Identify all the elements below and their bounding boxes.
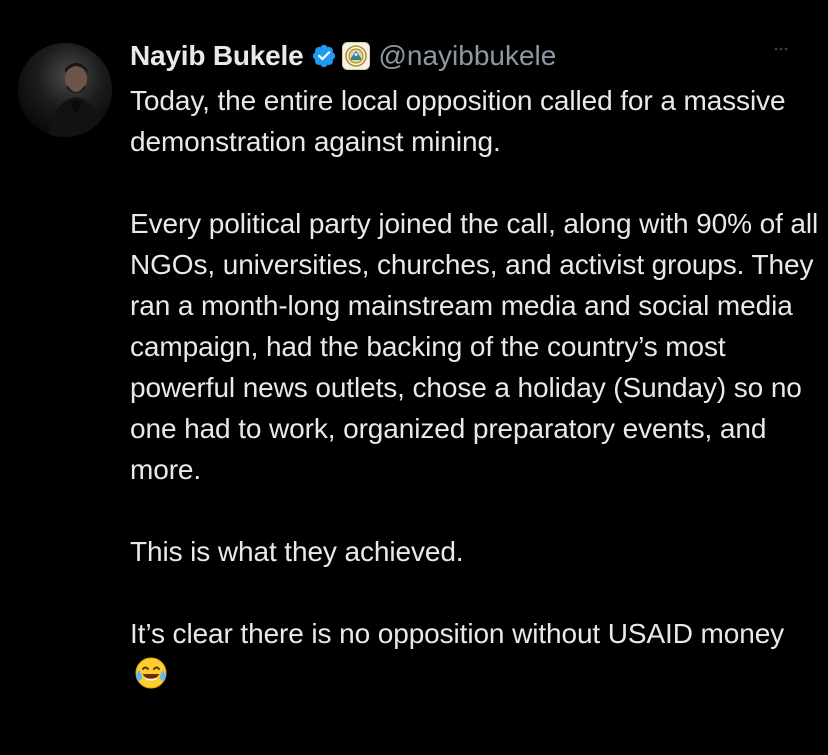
tweet-header: Nayib Bukele @nayibbukele	[130, 36, 556, 76]
handle[interactable]: @nayibbukele	[378, 40, 556, 72]
tweet-paragraph-last: It’s clear there is no opposition withou…	[130, 613, 820, 695]
face-with-tears-of-joy-icon	[134, 656, 168, 690]
avatar-image	[18, 43, 112, 137]
tweet: Nayib Bukele @nayibbukele Today, the ent…	[0, 0, 828, 755]
tweet-paragraph: Every political party joined the call, a…	[130, 208, 819, 485]
tweet-paragraph: It’s clear there is no opposition withou…	[130, 618, 785, 649]
avatar[interactable]	[18, 43, 112, 137]
display-name[interactable]: Nayib Bukele	[130, 40, 304, 72]
tweet-paragraph: Today, the entire local opposition calle…	[130, 85, 786, 157]
verified-badge-icon	[311, 43, 337, 69]
government-seal-icon[interactable]	[342, 42, 371, 70]
tweet-paragraph: This is what they achieved.	[130, 536, 464, 567]
more-options-icon[interactable]	[774, 46, 788, 52]
tweet-text: Today, the entire local opposition calle…	[130, 80, 820, 695]
